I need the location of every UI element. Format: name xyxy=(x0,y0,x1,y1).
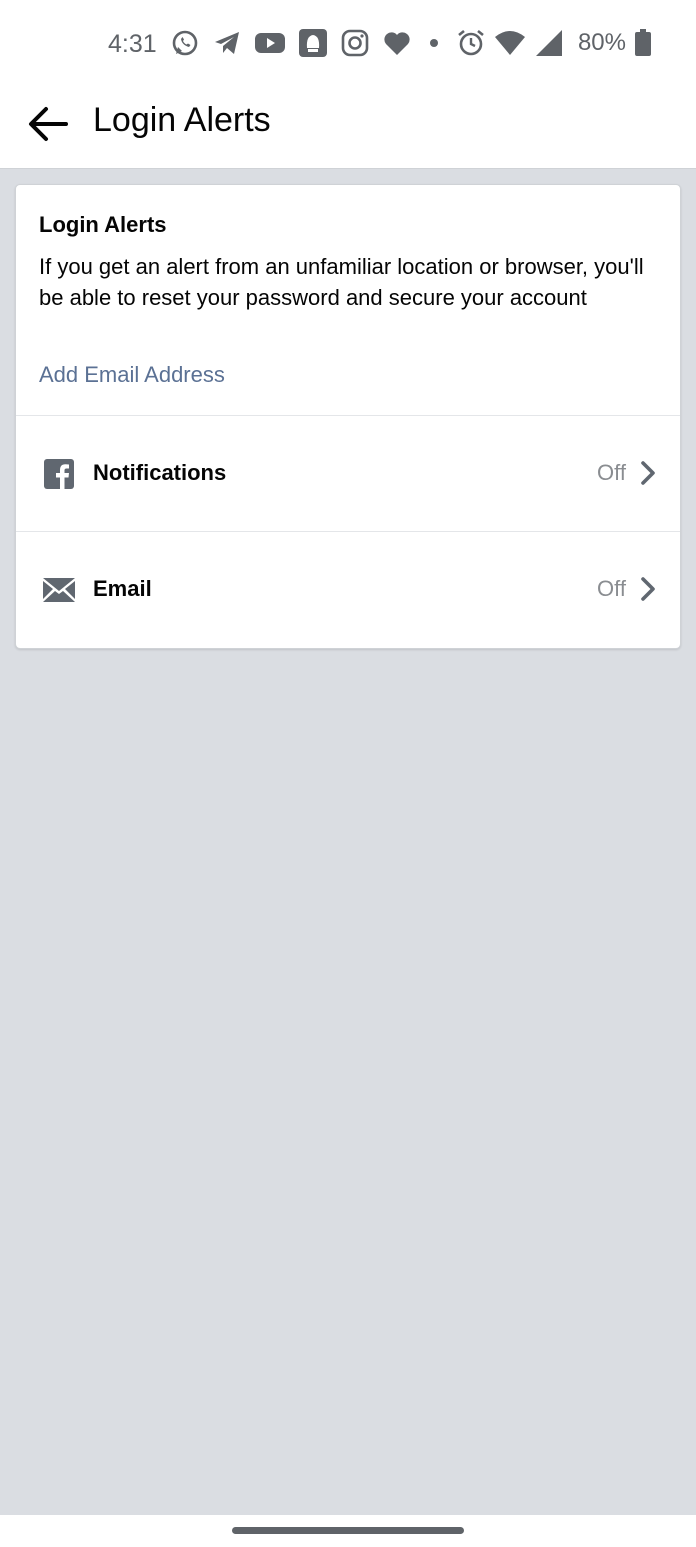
chevron-right-icon xyxy=(641,461,655,485)
dot-icon xyxy=(430,39,438,47)
notifications-status: Off xyxy=(597,460,626,485)
home-indicator[interactable] xyxy=(232,1527,464,1534)
status-time: 4:31 xyxy=(108,30,157,58)
email-label: Email xyxy=(93,576,152,601)
app-header: Login Alerts xyxy=(0,92,696,169)
facebook-icon xyxy=(41,456,77,492)
notifications-row[interactable]: Notifications Off xyxy=(16,416,680,532)
battery-icon xyxy=(635,29,651,56)
whatsapp-icon xyxy=(172,30,198,56)
section-title: Login Alerts xyxy=(39,212,167,237)
intro-section: Login Alerts If you get an alert from an… xyxy=(16,185,680,416)
email-status: Off xyxy=(597,576,626,601)
heart-icon xyxy=(384,32,410,55)
add-email-address-link[interactable]: Add Email Address xyxy=(39,361,225,389)
section-description: If you get an alert from an unfamiliar l… xyxy=(39,254,644,310)
page-title: Login Alerts xyxy=(93,101,271,139)
system-status: 80% xyxy=(456,28,652,58)
signal-icon xyxy=(535,30,562,56)
envelope-icon xyxy=(41,572,77,608)
login-alerts-card: Login Alerts If you get an alert from an… xyxy=(15,184,681,649)
notification-icons xyxy=(170,28,444,58)
chevron-right-icon xyxy=(641,577,655,601)
email-row[interactable]: Email Off xyxy=(16,532,680,647)
app-badge-icon xyxy=(299,29,327,57)
status-bar: 4:31 80% xyxy=(0,0,696,92)
back-button[interactable] xyxy=(22,98,74,150)
battery-percentage: 80% xyxy=(577,29,626,56)
youtube-icon xyxy=(255,33,285,53)
instagram-icon xyxy=(341,29,369,57)
notifications-label: Notifications xyxy=(93,460,227,485)
arrow-left-icon xyxy=(29,107,68,141)
alarm-icon xyxy=(458,29,484,56)
wifi-icon xyxy=(494,31,525,55)
telegram-icon xyxy=(215,32,239,54)
navigation-bar xyxy=(0,1515,696,1547)
